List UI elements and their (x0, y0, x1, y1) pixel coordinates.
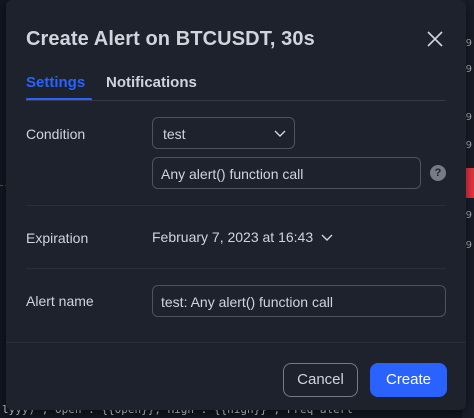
footer-divider (6, 342, 466, 343)
price-tick: 9 (465, 140, 472, 151)
tab-bar: Settings Notifications (26, 72, 446, 102)
expiration-value: February 7, 2023 at 16:43 (152, 229, 314, 245)
help-icon[interactable]: ? (430, 165, 446, 181)
tabs-divider (26, 100, 446, 101)
close-icon[interactable] (426, 30, 444, 48)
alert-name-label: Alert name (26, 293, 94, 309)
chevron-down-icon (274, 130, 286, 137)
expiration-label: Expiration (26, 230, 89, 246)
tab-notifications[interactable]: Notifications (106, 74, 197, 91)
price-tick: 9 (465, 64, 472, 75)
tab-settings[interactable]: Settings (26, 74, 85, 91)
price-tick: 9 (465, 112, 472, 123)
section-divider (26, 205, 446, 206)
dialog-title: Create Alert on BTCUSDT, 30s (26, 28, 315, 50)
price-tick: 9 (465, 240, 472, 251)
create-button[interactable]: Create (370, 363, 447, 397)
create-alert-dialog: Create Alert on BTCUSDT, 30s Settings No… (6, 0, 466, 410)
chevron-down-icon (321, 234, 333, 241)
condition-selected-value: test (163, 126, 186, 142)
section-divider (26, 268, 446, 269)
condition-select[interactable]: test (152, 117, 295, 149)
cancel-button[interactable]: Cancel (283, 363, 358, 397)
condition-message-field[interactable]: Any alert() function call (152, 157, 421, 189)
price-tick: 9 (465, 210, 472, 221)
price-tick: 9 (465, 38, 472, 49)
condition-label: Condition (26, 126, 86, 142)
alert-name-field[interactable]: test: Any alert() function call (152, 285, 446, 317)
expiration-date-picker[interactable]: February 7, 2023 at 16:43 (152, 229, 333, 245)
